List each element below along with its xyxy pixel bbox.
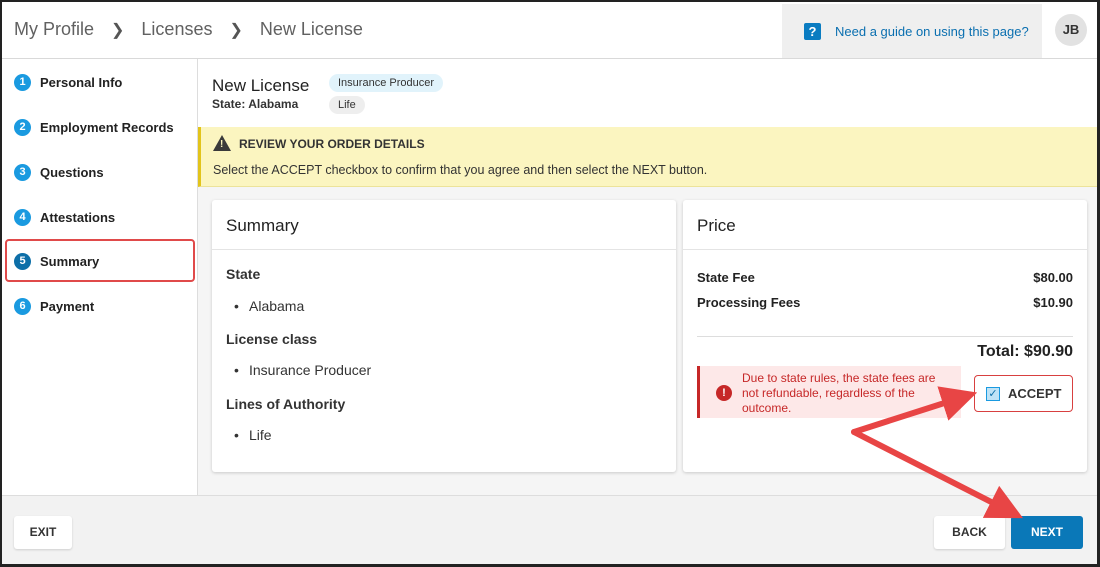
state-fee-label: State Fee bbox=[697, 270, 755, 285]
processing-fee-label: Processing Fees bbox=[697, 295, 801, 310]
sidebar-item-label: Attestations bbox=[40, 210, 116, 225]
help-link[interactable]: ? Need a guide on using this page? bbox=[782, 4, 1042, 58]
sidebar-item-label: Employment Records bbox=[40, 120, 174, 135]
line-of-authority-chip: Life bbox=[329, 96, 365, 114]
step-number-badge: 5 bbox=[14, 253, 31, 270]
exit-button[interactable]: EXIT bbox=[14, 516, 72, 549]
license-header: New License State: Alabama Insurance Pro… bbox=[198, 59, 1097, 127]
divider bbox=[683, 249, 1087, 250]
sidebar-item-label: Payment bbox=[40, 299, 95, 314]
review-warning-banner: ! REVIEW YOUR ORDER DETAILS Select the A… bbox=[198, 127, 1097, 187]
main-content: New License State: Alabama Insurance Pro… bbox=[198, 59, 1097, 495]
sidebar-item-label: Questions bbox=[40, 165, 104, 180]
breadcrumb-licenses[interactable]: Licenses bbox=[141, 19, 212, 40]
error-icon: ! bbox=[716, 385, 732, 401]
step-number-badge: 4 bbox=[14, 209, 31, 226]
back-button[interactable]: BACK bbox=[934, 516, 1005, 549]
sidebar-item-label: Personal Info bbox=[40, 75, 123, 90]
summary-license-class-value: Insurance Producer bbox=[234, 362, 371, 378]
chevron-right-icon: ❯ bbox=[229, 21, 243, 39]
app-window: My Profile ❯ Licenses ❯ New License ? Ne… bbox=[0, 0, 1100, 567]
chevron-right-icon: ❯ bbox=[111, 21, 125, 39]
divider bbox=[212, 249, 676, 250]
warning-triangle-icon: ! bbox=[213, 135, 231, 151]
summary-lines-of-authority-label: Lines of Authority bbox=[226, 396, 346, 412]
sidebar-item-summary[interactable]: 5 Summary bbox=[14, 253, 99, 270]
state-fee-amount: $80.00 bbox=[1033, 270, 1073, 285]
warning-text: Select the ACCEPT checkbox to confirm th… bbox=[213, 163, 708, 177]
help-link-text[interactable]: Need a guide on using this page? bbox=[835, 24, 1029, 39]
price-title: Price bbox=[697, 216, 736, 235]
next-button[interactable]: NEXT bbox=[1011, 516, 1083, 549]
accept-checkbox-control[interactable]: ✓ ACCEPT bbox=[974, 375, 1073, 412]
sidebar-item-payment[interactable]: 6 Payment bbox=[14, 298, 94, 315]
footer-bar: EXIT BACK NEXT bbox=[2, 495, 1097, 564]
summary-state-value: Alabama bbox=[234, 298, 304, 314]
notice-text: Due to state rules, the state fees are n… bbox=[742, 371, 936, 415]
license-class-chip: Insurance Producer bbox=[329, 74, 443, 92]
divider bbox=[697, 336, 1073, 337]
step-number-badge: 2 bbox=[14, 119, 31, 136]
step-number-badge: 3 bbox=[14, 164, 31, 181]
sidebar-item-label: Summary bbox=[40, 254, 100, 269]
breadcrumb-my-profile[interactable]: My Profile bbox=[14, 19, 94, 40]
question-icon: ? bbox=[804, 22, 821, 40]
price-total: Total: $90.90 bbox=[977, 343, 1073, 360]
avatar[interactable]: JB bbox=[1055, 14, 1087, 46]
summary-license-class-label: License class bbox=[226, 331, 318, 347]
breadcrumb: My Profile ❯ Licenses ❯ New License bbox=[14, 19, 363, 40]
top-header: My Profile ❯ Licenses ❯ New License ? Ne… bbox=[2, 2, 1097, 59]
summary-state-label: State bbox=[226, 266, 261, 282]
checkbox-checked-icon[interactable]: ✓ bbox=[986, 386, 1000, 401]
step-number-badge: 6 bbox=[14, 298, 31, 315]
price-card: Price State Fee $80.00 Processing Fees $… bbox=[683, 200, 1087, 472]
processing-fee-row: Processing Fees $10.90 bbox=[697, 295, 1073, 310]
page-title: New License bbox=[212, 76, 310, 95]
summary-title: Summary bbox=[226, 216, 299, 235]
license-state: State: Alabama bbox=[212, 97, 299, 111]
sidebar-item-employment-records[interactable]: 2 Employment Records bbox=[14, 119, 174, 136]
processing-fee-amount: $10.90 bbox=[1033, 295, 1073, 310]
nonrefundable-notice: ! Due to state rules, the state fees are… bbox=[697, 366, 961, 418]
state-fee-row: State Fee $80.00 bbox=[697, 270, 1073, 285]
summary-lines-of-authority-value: Life bbox=[234, 427, 271, 443]
accept-label[interactable]: ACCEPT bbox=[1008, 386, 1061, 401]
warning-title: REVIEW YOUR ORDER DETAILS bbox=[239, 137, 425, 151]
breadcrumb-new-license: New License bbox=[259, 19, 363, 39]
sidebar-item-personal-info[interactable]: 1 Personal Info bbox=[14, 74, 122, 91]
sidebar-item-attestations[interactable]: 4 Attestations bbox=[14, 209, 115, 226]
step-number-badge: 1 bbox=[14, 74, 31, 91]
sidebar-item-questions[interactable]: 3 Questions bbox=[14, 164, 104, 181]
step-sidebar: 1 Personal Info 2 Employment Records 3 Q… bbox=[2, 59, 198, 495]
summary-card: Summary State Alabama License class Insu… bbox=[212, 200, 676, 472]
